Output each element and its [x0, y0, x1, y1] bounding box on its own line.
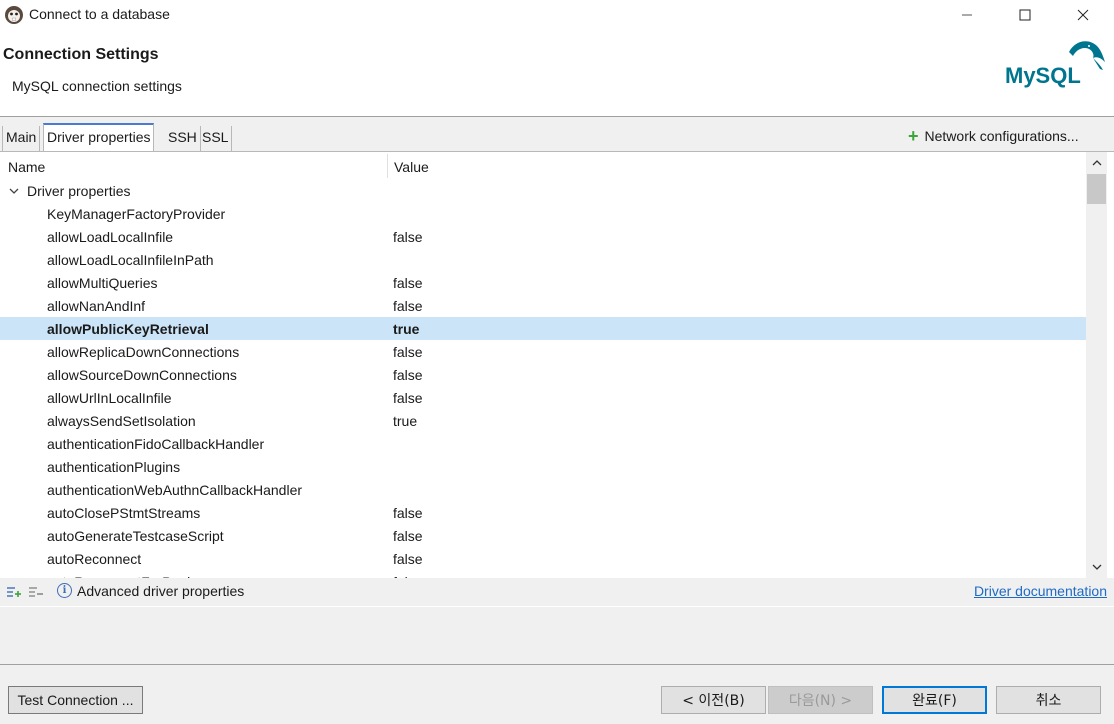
- properties-bottom-bar: i Advanced driver properties Driver docu…: [0, 578, 1114, 606]
- property-name: authenticationFidoCallbackHandler: [47, 436, 265, 452]
- property-value[interactable]: false: [393, 528, 423, 544]
- properties-tree[interactable]: Name Value Driver properties KeyManagerF…: [0, 152, 1086, 578]
- chevron-up-icon: [1092, 160, 1101, 166]
- property-value[interactable]: false: [393, 344, 423, 360]
- property-value[interactable]: true: [393, 413, 417, 429]
- column-header-name[interactable]: Name: [8, 159, 45, 175]
- column-header: Name Value: [0, 152, 1086, 179]
- tab-ssl[interactable]: SSL: [199, 126, 233, 151]
- property-value[interactable]: false: [393, 229, 423, 245]
- property-name: allowReplicaDownConnections: [47, 344, 240, 360]
- column-header-value[interactable]: Value: [394, 159, 429, 175]
- property-name: autoReconnect: [47, 551, 142, 567]
- svg-text:MySQL: MySQL: [1005, 63, 1081, 88]
- scroll-up-button[interactable]: [1086, 152, 1107, 174]
- finish-button[interactable]: 완료(F): [882, 686, 987, 714]
- property-name: allowMultiQueries: [47, 275, 158, 291]
- property-value[interactable]: false: [393, 390, 423, 406]
- window-title: Connect to a database: [29, 6, 170, 22]
- driver-properties-panel: Name Value Driver properties KeyManagerF…: [0, 151, 1114, 607]
- property-name: allowSourceDownConnections: [47, 367, 237, 383]
- scroll-down-button[interactable]: [1086, 556, 1107, 578]
- next-button[interactable]: 다음(N) >: [768, 686, 873, 714]
- property-name: allowNanAndInf: [47, 298, 146, 314]
- footer-divider: [0, 664, 1114, 665]
- property-name: KeyManagerFactoryProvider: [47, 206, 226, 222]
- property-value[interactable]: true: [393, 321, 419, 337]
- vertical-scrollbar[interactable]: [1086, 152, 1107, 578]
- property-name: autoGenerateTestcaseScript: [47, 528, 224, 544]
- property-name: allowLoadLocalInfile: [47, 229, 174, 245]
- maximize-icon: [1019, 9, 1031, 21]
- info-icon: i: [57, 583, 72, 598]
- table-row[interactable]: autoReconnect false: [0, 547, 1086, 570]
- table-row[interactable]: allowPublicKeyRetrieval true: [0, 317, 1086, 340]
- chevron-down-icon: [1092, 564, 1101, 570]
- driver-documentation-link[interactable]: Driver documentation: [974, 583, 1107, 599]
- cancel-button[interactable]: 취소: [996, 686, 1101, 714]
- page-subtitle: MySQL connection settings: [12, 78, 182, 94]
- close-icon: [1077, 9, 1089, 21]
- maximize-button[interactable]: [1002, 0, 1048, 30]
- property-name: authenticationPlugins: [47, 459, 181, 475]
- table-row[interactable]: alwaysSendSetIsolation true: [0, 409, 1086, 432]
- table-row[interactable]: autoReconnectForPoolsfalse: [0, 570, 1086, 578]
- chevron-down-icon[interactable]: [8, 184, 20, 196]
- property-name: allowPublicKeyRetrieval: [47, 321, 209, 337]
- table-row[interactable]: autoGenerateTestcaseScript false: [0, 524, 1086, 547]
- page-title: Connection Settings: [3, 46, 159, 63]
- property-name: autoClosePStmtStreams: [47, 505, 201, 521]
- table-row[interactable]: allowNanAndInf false: [0, 294, 1086, 317]
- property-value[interactable]: false: [393, 275, 423, 291]
- expand-all-icon[interactable]: [6, 585, 22, 599]
- close-button[interactable]: [1060, 0, 1106, 30]
- title-bar: Connect to a database: [0, 0, 1114, 30]
- table-row[interactable]: allowReplicaDownConnections false: [0, 340, 1086, 363]
- property-name: allowLoadLocalInfileInPath: [47, 252, 214, 268]
- table-row[interactable]: allowSourceDownConnections false: [0, 363, 1086, 386]
- property-name: alwaysSendSetIsolation: [47, 413, 196, 429]
- advanced-properties-label: Advanced driver properties: [77, 583, 245, 599]
- table-row[interactable]: autoClosePStmtStreams false: [0, 501, 1086, 524]
- minimize-button[interactable]: [944, 0, 990, 30]
- property-rows: Driver properties KeyManagerFactoryProvi…: [0, 179, 1086, 578]
- property-name: allowUrlInLocalInfile: [47, 390, 172, 406]
- previous-button[interactable]: < 이전(B): [661, 686, 766, 714]
- network-configurations-button[interactable]: + Network configurations...: [908, 126, 1079, 146]
- wizard-header: Connection Settings MySQL connection set…: [0, 30, 1114, 116]
- property-value[interactable]: false: [393, 551, 423, 567]
- table-row[interactable]: allowMultiQueries false: [0, 271, 1086, 294]
- property-value[interactable]: false: [393, 367, 423, 383]
- tab-bar: Main Driver properties SSH SSL + Network…: [0, 117, 1114, 151]
- table-row[interactable]: authenticationWebAuthnCallbackHandler: [0, 478, 1086, 501]
- plus-icon: +: [908, 126, 919, 146]
- collapse-all-icon[interactable]: [28, 585, 44, 599]
- table-row[interactable]: allowLoadLocalInfile false: [0, 225, 1086, 248]
- property-value[interactable]: false: [393, 505, 423, 521]
- scroll-thumb[interactable]: [1087, 174, 1106, 204]
- column-divider[interactable]: [387, 154, 388, 178]
- test-connection-button[interactable]: Test Connection ...: [8, 686, 143, 714]
- mysql-logo: MySQL: [1003, 36, 1107, 90]
- table-row[interactable]: allowUrlInLocalInfile false: [0, 386, 1086, 409]
- property-value[interactable]: false: [393, 298, 423, 314]
- table-row[interactable]: allowLoadLocalInfileInPath: [0, 248, 1086, 271]
- tab-main[interactable]: Main: [2, 126, 41, 151]
- table-row[interactable]: KeyManagerFactoryProvider: [0, 202, 1086, 225]
- dbeaver-app-icon: [4, 5, 24, 25]
- network-configurations-label: Network configurations...: [924, 128, 1079, 144]
- group-label: Driver properties: [27, 183, 131, 199]
- tab-ssh[interactable]: SSH: [165, 126, 201, 151]
- property-name: authenticationWebAuthnCallbackHandler: [47, 482, 303, 498]
- table-row[interactable]: authenticationFidoCallbackHandler: [0, 432, 1086, 455]
- tab-driver-properties[interactable]: Driver properties: [43, 123, 155, 151]
- table-row[interactable]: authenticationPlugins: [0, 455, 1086, 478]
- tree-group-driver-properties[interactable]: Driver properties: [0, 179, 1086, 202]
- minimize-icon: [962, 14, 972, 16]
